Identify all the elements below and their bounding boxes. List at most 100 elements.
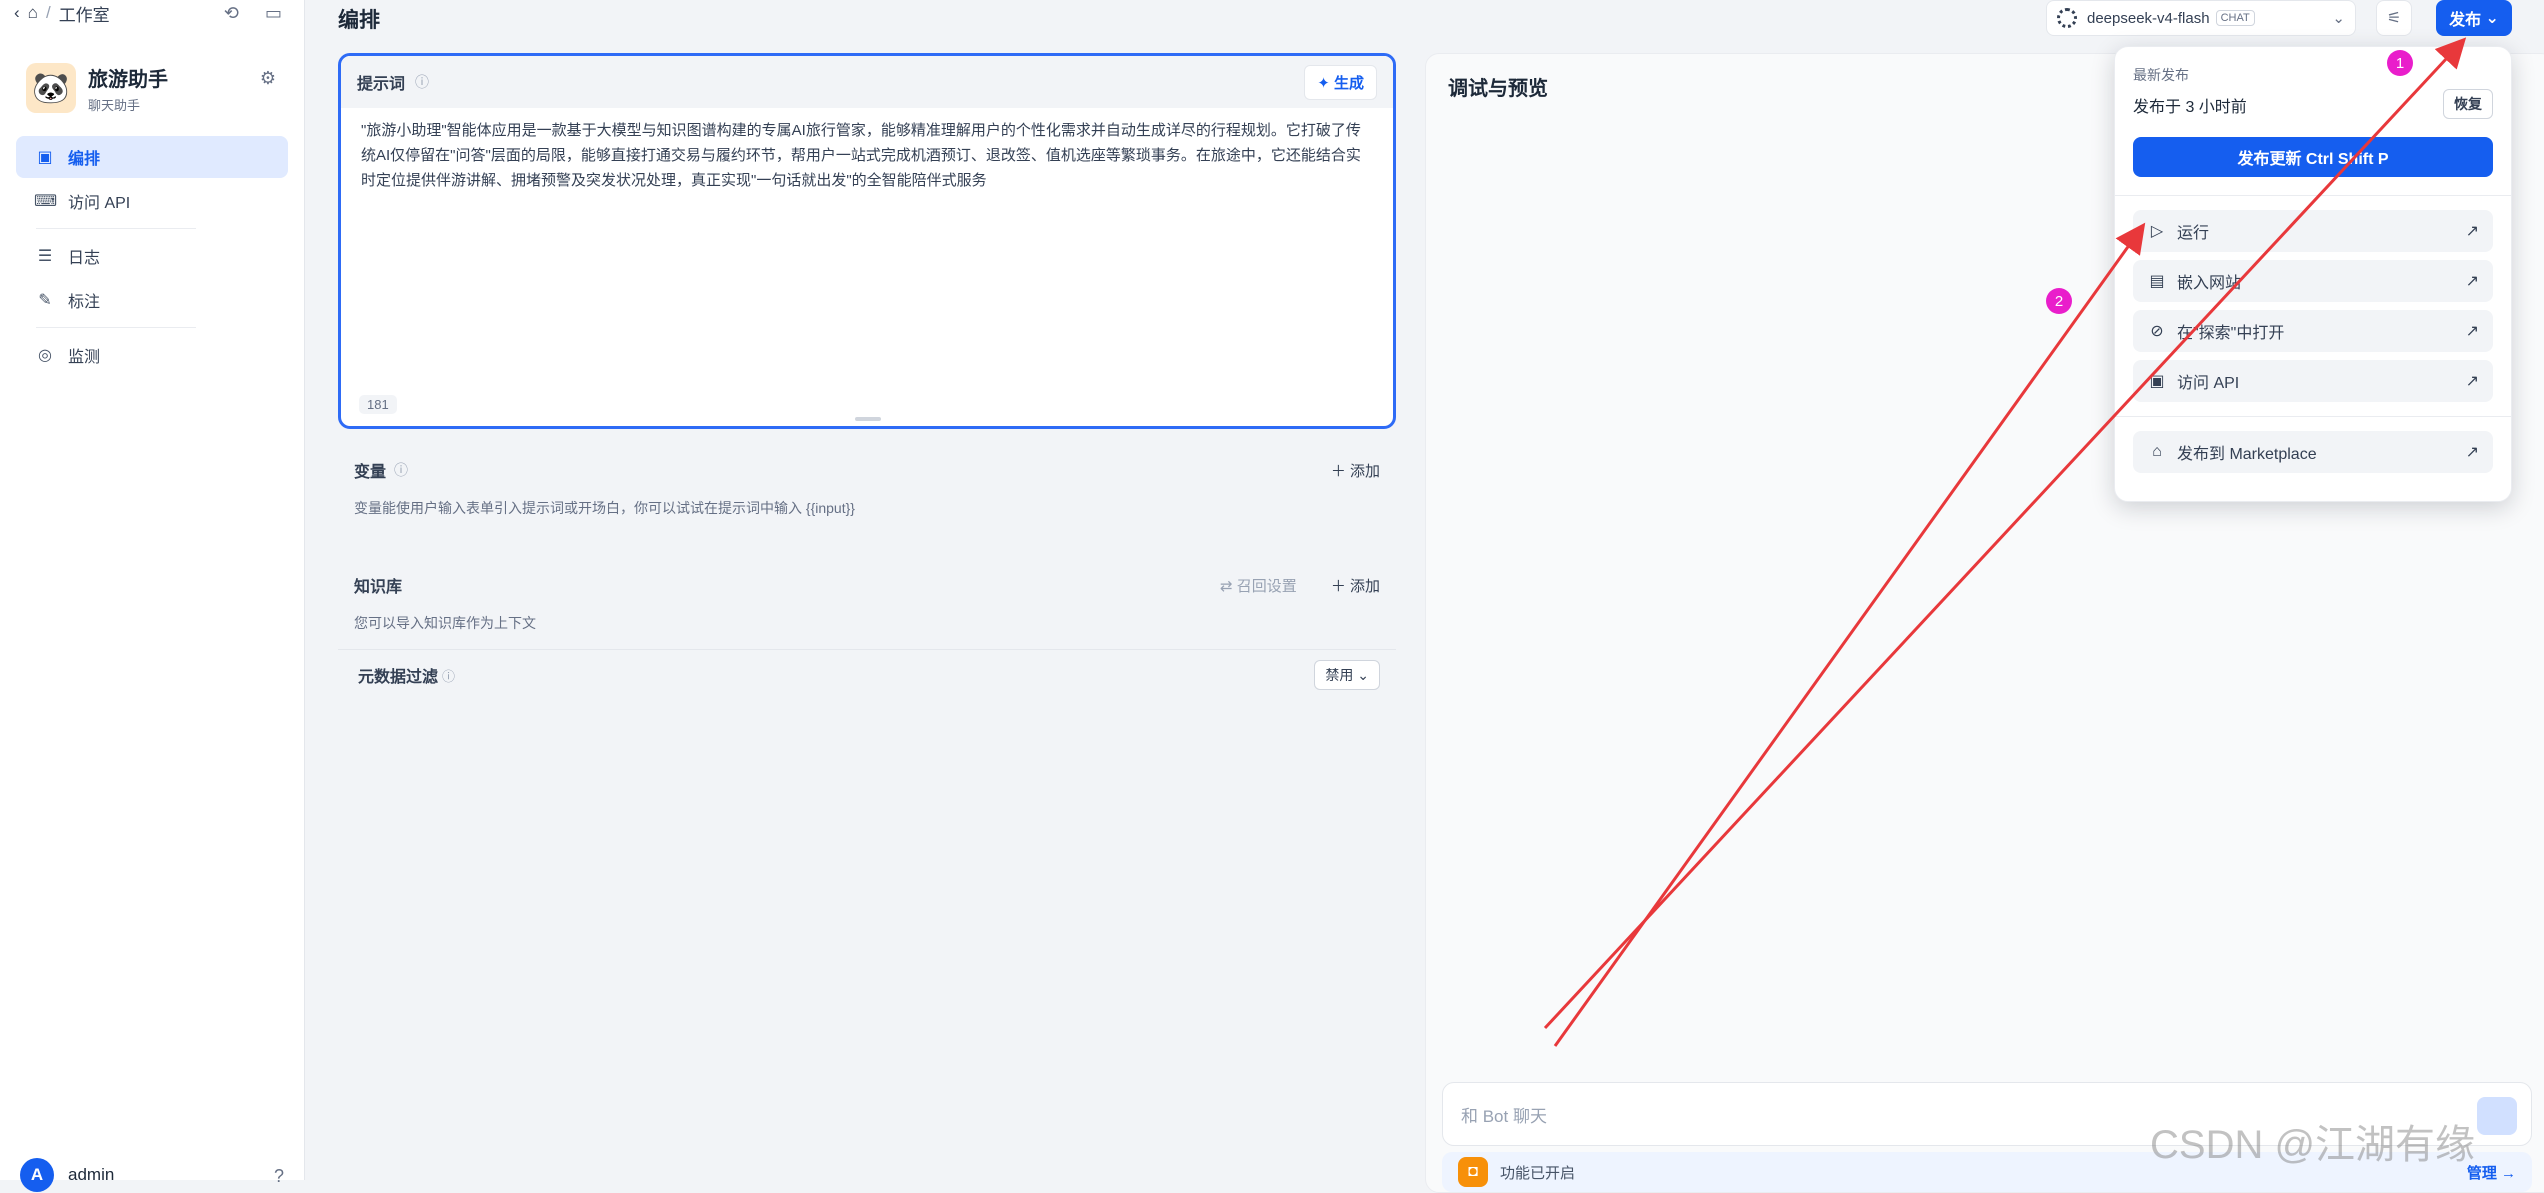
sidebar-item-api[interactable]: ⌨ 访问 API [16, 180, 288, 222]
send-button[interactable] [2477, 1097, 2517, 1135]
sidebar: ‹ ⌂ / 工作室 ⟲ ▭ 🐼 旅游助手 聊天助手 ⚙ ▣ 编排 ⌨ 访问 AP… [0, 0, 305, 1192]
nav-divider [36, 327, 196, 328]
api-item[interactable]: ▣ 访问 API ↗ [2133, 360, 2493, 402]
feature-text: 功能已开启 [1500, 1164, 1576, 1182]
knowledge-desc: 您可以导入知识库作为上下文 [354, 615, 536, 631]
external-link-icon: ↗ [2465, 373, 2479, 390]
app-name: 旅游助手 [88, 68, 168, 91]
app-settings-icon[interactable]: ⚙ [260, 68, 276, 89]
layout-icon: ▣ [37, 149, 53, 166]
chevron-down-icon: ⌄ [2332, 10, 2345, 27]
external-link-icon: ↗ [2465, 223, 2479, 240]
user-menu[interactable]: A admin [20, 1158, 114, 1192]
metadata-filter-row: 元数据过滤 ⓘ 禁用 ⌄ [338, 650, 1396, 700]
embed-item[interactable]: ▤ 嵌入网站 ↗ [2133, 260, 2493, 302]
sidebar-tools: ⟲ ▭ [224, 3, 282, 24]
help-icon[interactable]: ⓘ [394, 460, 408, 480]
embed-label: 嵌入网站 [2177, 275, 2242, 292]
prompt-textarea[interactable]: "旅游小助理"智能体应用是一款基于大模型与知识图谱构建的专属AI旅行管家，能够精… [341, 108, 1393, 203]
chat-placeholder: 和 Bot 聊天 [1461, 1106, 1547, 1126]
app-type: 聊天助手 [88, 97, 141, 113]
collapse-sidebar-icon[interactable]: ▭ [265, 3, 282, 24]
latest-publish-label: 最新发布 [2133, 67, 2189, 83]
chevron-down-icon: ⌄ [2481, 10, 2499, 27]
explore-label: 在"探索"中打开 [2177, 325, 2285, 342]
marketplace-icon: ⌂ [2152, 443, 2162, 460]
sidebar-item-orchestrate[interactable]: ▣ 编排 [16, 136, 288, 178]
sidebar-item-annotations[interactable]: ✎ 标注 [16, 279, 288, 321]
generate-button[interactable]: ✦ 生成 [1304, 64, 1377, 100]
generate-label: 生成 [1333, 74, 1364, 92]
api-icon: ▣ [2149, 373, 2165, 390]
api-label: 访问 API [2177, 375, 2240, 392]
add-knowledge-button[interactable]: ＋ 添加 [1331, 575, 1380, 596]
variables-title: 变量 [354, 464, 387, 481]
sparkle-icon: ✦ [1317, 74, 1334, 92]
annotation-icon: ✎ [38, 292, 52, 309]
debug-title: 调试与预览 [1448, 78, 1548, 100]
publish-label: 发布 [2449, 12, 2482, 29]
feature-icon: ◘ [1458, 1157, 1488, 1187]
sidebar-item-label: 日志 [68, 250, 101, 267]
breadcrumb-separator: / [45, 3, 51, 22]
metadata-filter-select[interactable]: 禁用 ⌄ [1314, 660, 1380, 690]
knowledge-card: 知识库 ⇄ 召回设置 ＋ 添加 您可以导入知识库作为上下文 元数据过滤 ⓘ 禁用… [338, 557, 1396, 713]
external-link-icon: ↗ [2465, 444, 2479, 461]
page-title: 编排 [338, 9, 380, 32]
app-avatar: 🐼 [26, 63, 76, 113]
model-selector[interactable]: deepseek-v4-flash CHAT ⌄ [2046, 0, 2356, 36]
chevron-left-icon[interactable]: ‹ [14, 3, 20, 23]
play-icon: ▷ [2150, 223, 2164, 240]
metadata-filter-label: 元数据过滤 [358, 669, 439, 686]
sidebar-nav: ▣ 编排 ⌨ 访问 API ☰ 日志 ✎ 标注 ◎ 监测 [16, 136, 288, 378]
prompt-title: 提示词 [357, 76, 406, 93]
user-name: admin [68, 1165, 115, 1184]
sidebar-item-monitor[interactable]: ◎ 监测 [16, 334, 288, 376]
publish-button[interactable]: 发布 ⌄ [2436, 0, 2512, 36]
avatar: A [20, 1158, 54, 1192]
help-icon[interactable]: ? [274, 1166, 284, 1187]
publish-dropdown: 最新发布 发布于 3 小时前 恢复 发布更新 Ctrl Shift P ▷ 运行… [2114, 46, 2512, 502]
model-settings-button[interactable]: ⚟ [2376, 0, 2412, 36]
annotation-marker-2: 2 [2046, 288, 2072, 314]
resize-handle[interactable] [855, 417, 881, 421]
prompt-editor: 提示词 ⓘ ✦ 生成 "旅游小助理"智能体应用是一款基于大模型与知识图谱构建的专… [338, 53, 1396, 429]
add-variable-button[interactable]: ＋ 添加 [1331, 460, 1380, 481]
watermark: CSDN @江湖有缘 [2150, 1123, 2476, 1167]
sidebar-item-label: 监测 [68, 349, 101, 366]
restore-button[interactable]: 恢复 [2443, 89, 2493, 119]
sidebar-item-label: 编排 [68, 151, 101, 168]
sidebar-item-label: 访问 API [68, 195, 131, 212]
help-icon[interactable]: ⓘ [442, 666, 455, 685]
published-time: 发布于 3 小时前 [2133, 99, 2247, 116]
help-icon[interactable]: ⓘ [415, 72, 429, 92]
nav-divider [36, 228, 196, 229]
char-count: 181 [359, 395, 397, 414]
external-link-icon: ↗ [2465, 273, 2479, 290]
terminal-icon: ⌨ [34, 193, 58, 210]
explore-item[interactable]: ⊘ 在"探索"中打开 ↗ [2133, 310, 2493, 352]
recall-settings-button[interactable]: ⇄ 召回设置 [1220, 575, 1297, 596]
marketplace-item[interactable]: ⌂ 发布到 Marketplace ↗ [2133, 431, 2493, 473]
marketplace-label: 发布到 Marketplace [2177, 446, 2317, 463]
breadcrumb: ‹ ⌂ / 工作室 [14, 0, 110, 26]
refresh-icon[interactable]: ⟲ [224, 3, 239, 24]
log-icon: ☰ [37, 248, 53, 265]
model-tag: CHAT [2215, 10, 2255, 26]
home-icon[interactable]: ⌂ [28, 3, 38, 23]
run-label: 运行 [2177, 225, 2210, 242]
model-icon [2057, 8, 2077, 28]
variables-desc: 变量能使用户输入表单引入提示词或开场白，你可以试试在提示词中输入 {{input… [354, 500, 855, 516]
sliders-icon: ⚟ [2386, 10, 2402, 27]
app-card[interactable]: 🐼 旅游助手 聊天助手 ⚙ [26, 60, 286, 116]
sidebar-item-logs[interactable]: ☰ 日志 [16, 235, 288, 277]
divider [2115, 416, 2511, 417]
run-item[interactable]: ▷ 运行 ↗ [2133, 210, 2493, 252]
variables-card: 变量 ⓘ ＋ 添加 变量能使用户输入表单引入提示词或开场白，你可以试试在提示词中… [338, 442, 1396, 544]
publish-update-button[interactable]: 发布更新 Ctrl Shift P [2133, 137, 2493, 177]
annotation-marker-1: 1 [2387, 50, 2413, 76]
external-link-icon: ↗ [2465, 323, 2479, 340]
explore-icon: ⊘ [2150, 323, 2164, 340]
knowledge-title: 知识库 [354, 579, 403, 596]
breadcrumb-workspace[interactable]: 工作室 [59, 1, 110, 26]
